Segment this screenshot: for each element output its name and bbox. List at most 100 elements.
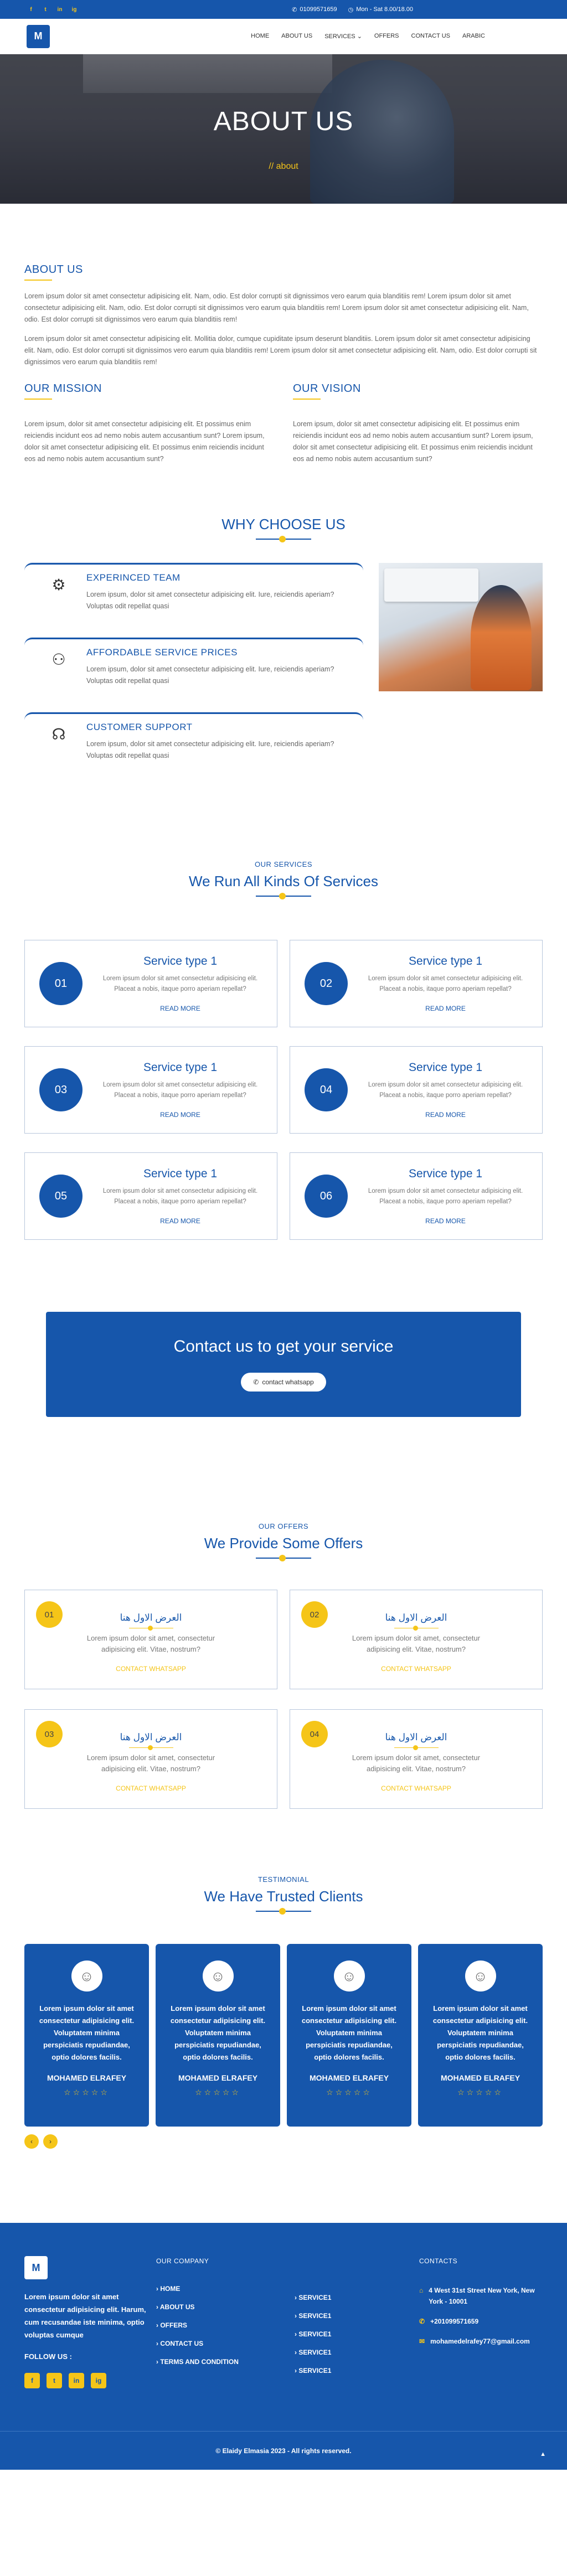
- contact-whatsapp-button[interactable]: ✆ contact whatsapp: [241, 1373, 326, 1392]
- hero-banner: ABOUT US // about: [0, 54, 567, 204]
- offer-whatsapp-link[interactable]: CONTACT WHATSAPP: [116, 1784, 186, 1792]
- footer-link-about[interactable]: ABOUT US: [156, 2303, 295, 2311]
- twitter-icon[interactable]: t: [41, 5, 50, 14]
- footer-description: Lorem ipsum dolor sit amet consectetur a…: [24, 2293, 146, 2339]
- read-more-link[interactable]: READ MORE: [160, 1217, 200, 1225]
- avatar: ☺: [71, 1961, 102, 1992]
- instagram-icon[interactable]: ig: [70, 5, 79, 14]
- title-divider: [256, 1555, 311, 1561]
- carousel-controls: ‹ ›: [24, 2134, 543, 2149]
- footer-link-service[interactable]: SERVICE1: [295, 2312, 414, 2320]
- title-divider: [256, 1908, 311, 1915]
- service-number: 02: [305, 962, 348, 1005]
- email-text: mohamedelrafey77@gmail.com: [430, 2337, 530, 2345]
- feature-title: EXPERINCED TEAM: [86, 572, 181, 583]
- service-title: Service type 1: [408, 955, 483, 968]
- testimonial-text: Lorem ipsum dolor sit amet consectetur a…: [170, 2004, 266, 2061]
- facebook-icon[interactable]: f: [24, 2373, 40, 2388]
- footer-contacts: CONTACTS ⌂ 4 West 31st Street New York, N…: [419, 2256, 543, 2388]
- facebook-icon[interactable]: f: [27, 5, 35, 14]
- why-features: ⚙ EXPERINCED TEAM Lorem ipsum, dolor sit …: [24, 563, 363, 787]
- why-section: WHY CHOOSE US ⚙ EXPERINCED TEAM Lorem ips…: [0, 465, 567, 787]
- footer-link-home[interactable]: HOME: [156, 2285, 295, 2293]
- read-more-link[interactable]: READ MORE: [425, 1217, 466, 1225]
- email-item[interactable]: ✉ mohamedelrafey77@gmail.com: [419, 2336, 543, 2347]
- service-text: Lorem ipsum dolor sit amet consectetur a…: [102, 975, 258, 992]
- footer-link-service[interactable]: SERVICE1: [295, 2349, 414, 2356]
- read-more-link[interactable]: READ MORE: [160, 1111, 200, 1119]
- read-more-link[interactable]: READ MORE: [425, 1111, 466, 1119]
- footer-link-offers[interactable]: OFFERS: [156, 2321, 295, 2329]
- footer-link-contact[interactable]: CONTACT US: [156, 2340, 295, 2347]
- copyright: © Elaidy Elmasia 2023 - All rights reser…: [0, 2431, 567, 2470]
- nav-about[interactable]: ABOUT US: [281, 33, 312, 40]
- title-divider: [256, 536, 311, 542]
- feature-item: ☊ CUSTOMER SUPPORT Lorem ipsum, dolor sit…: [24, 712, 363, 777]
- phone-item[interactable]: ✆ +201099571659: [419, 2316, 543, 2327]
- linkedin-icon[interactable]: in: [69, 2373, 84, 2388]
- services-title: We Run All Kinds Of Services: [189, 873, 378, 889]
- breadcrumb[interactable]: // about: [0, 162, 567, 172]
- offer-number: 02: [301, 1601, 328, 1628]
- read-more-link[interactable]: READ MORE: [425, 1005, 466, 1012]
- service-number: 04: [305, 1068, 348, 1111]
- read-more-link[interactable]: READ MORE: [160, 1005, 200, 1012]
- avatar: ☺: [465, 1961, 496, 1992]
- nav-services[interactable]: SERVICES ⌄: [324, 33, 362, 40]
- offer-whatsapp-link[interactable]: CONTACT WHATSAPP: [381, 1665, 451, 1673]
- next-arrow-icon[interactable]: ›: [43, 2134, 58, 2149]
- services-subtitle: OUR SERVICES: [254, 860, 312, 868]
- nav-home[interactable]: HOME: [251, 33, 269, 40]
- twitter-icon[interactable]: t: [47, 2373, 62, 2388]
- linkedin-icon[interactable]: in: [55, 5, 64, 14]
- offers-grid: 01 العرض الاول هنا Lorem ipsum dolor sit a…: [24, 1590, 543, 1809]
- feature-item: ⚇ AFFORDABLE SERVICE PRICES Lorem ipsum, …: [24, 638, 363, 702]
- offer-divider: [394, 1745, 439, 1750]
- offer-text: Lorem ipsum dolor sit amet, consectetur …: [86, 1634, 215, 1653]
- footer-link-terms[interactable]: TERMS AND CONDITION: [156, 2358, 295, 2366]
- avatar: ☺: [202, 1961, 234, 1992]
- offer-card: 01 العرض الاول هنا Lorem ipsum dolor sit a…: [24, 1590, 277, 1689]
- prev-arrow-icon[interactable]: ‹: [24, 2134, 39, 2149]
- service-title: Service type 1: [408, 1167, 483, 1180]
- network-icon: ⚇: [51, 650, 66, 668]
- testimonial-text: Lorem ipsum dolor sit amet consectetur a…: [39, 2004, 135, 2061]
- star-rating: ☆☆☆☆☆: [64, 2088, 110, 2097]
- service-title: Service type 1: [143, 955, 218, 968]
- location-icon: ⌂: [419, 2287, 424, 2294]
- about-title: ABOUT US: [24, 263, 83, 276]
- why-image: [379, 563, 543, 691]
- about-section: ABOUT US Lorem ipsum dolor sit amet cons…: [0, 204, 567, 465]
- top-bar: f t in ig ✆ 01099571659 ◷ Mon - Sat 8.00/1…: [0, 0, 567, 19]
- service-text: Lorem ipsum dolor sit amet consectetur a…: [368, 1188, 523, 1205]
- gear-icon: ⚙: [51, 576, 66, 593]
- footer-company: OUR COMPANY HOME ABOUT US OFFERS CONTACT…: [156, 2256, 295, 2388]
- company-links: HOME ABOUT US OFFERS CONTACT US TERMS AN…: [156, 2285, 295, 2366]
- service-number: 06: [305, 1175, 348, 1218]
- contact-list: ⌂ 4 West 31st Street New York, New York -…: [419, 2285, 543, 2347]
- site-logo[interactable]: M: [27, 24, 50, 48]
- title-underline: [293, 399, 321, 400]
- offer-title: العرض الاول هنا: [120, 1612, 182, 1623]
- offer-card: 04 العرض الاول هنا Lorem ipsum dolor sit a…: [290, 1709, 543, 1809]
- footer-link-service[interactable]: SERVICE1: [295, 2367, 414, 2375]
- why-body: ⚙ EXPERINCED TEAM Lorem ipsum, dolor sit …: [24, 563, 543, 787]
- feature-title: CUSTOMER SUPPORT: [86, 722, 193, 732]
- nav-contact[interactable]: CONTACT US: [411, 33, 451, 40]
- footer-logo[interactable]: M: [24, 2256, 48, 2279]
- hours-text: Mon - Sat 8.00/18.00: [356, 6, 413, 13]
- footer-link-service[interactable]: SERVICE1: [295, 2330, 414, 2338]
- mission-block: OUR MISSION Lorem ipsum, dolor sit amet …: [24, 382, 274, 465]
- mission-title: OUR MISSION: [24, 382, 102, 395]
- feature-text: Lorem ipsum, dolor sit amet consectetur …: [86, 591, 334, 610]
- nav-offers[interactable]: OFFERS: [374, 33, 399, 40]
- feature-text: Lorem ipsum, dolor sit amet consectetur …: [86, 740, 334, 759]
- nav-arabic[interactable]: ARABIC: [462, 33, 485, 40]
- offer-whatsapp-link[interactable]: CONTACT WHATSAPP: [116, 1665, 186, 1673]
- instagram-icon[interactable]: ig: [91, 2373, 106, 2388]
- footer-link-service[interactable]: SERVICE1: [295, 2294, 414, 2301]
- scroll-top-icon[interactable]: ▲: [540, 2451, 546, 2458]
- hero-title: ABOUT US: [213, 107, 354, 136]
- mission-vision: OUR MISSION Lorem ipsum, dolor sit amet …: [24, 382, 543, 465]
- offer-whatsapp-link[interactable]: CONTACT WHATSAPP: [381, 1784, 451, 1792]
